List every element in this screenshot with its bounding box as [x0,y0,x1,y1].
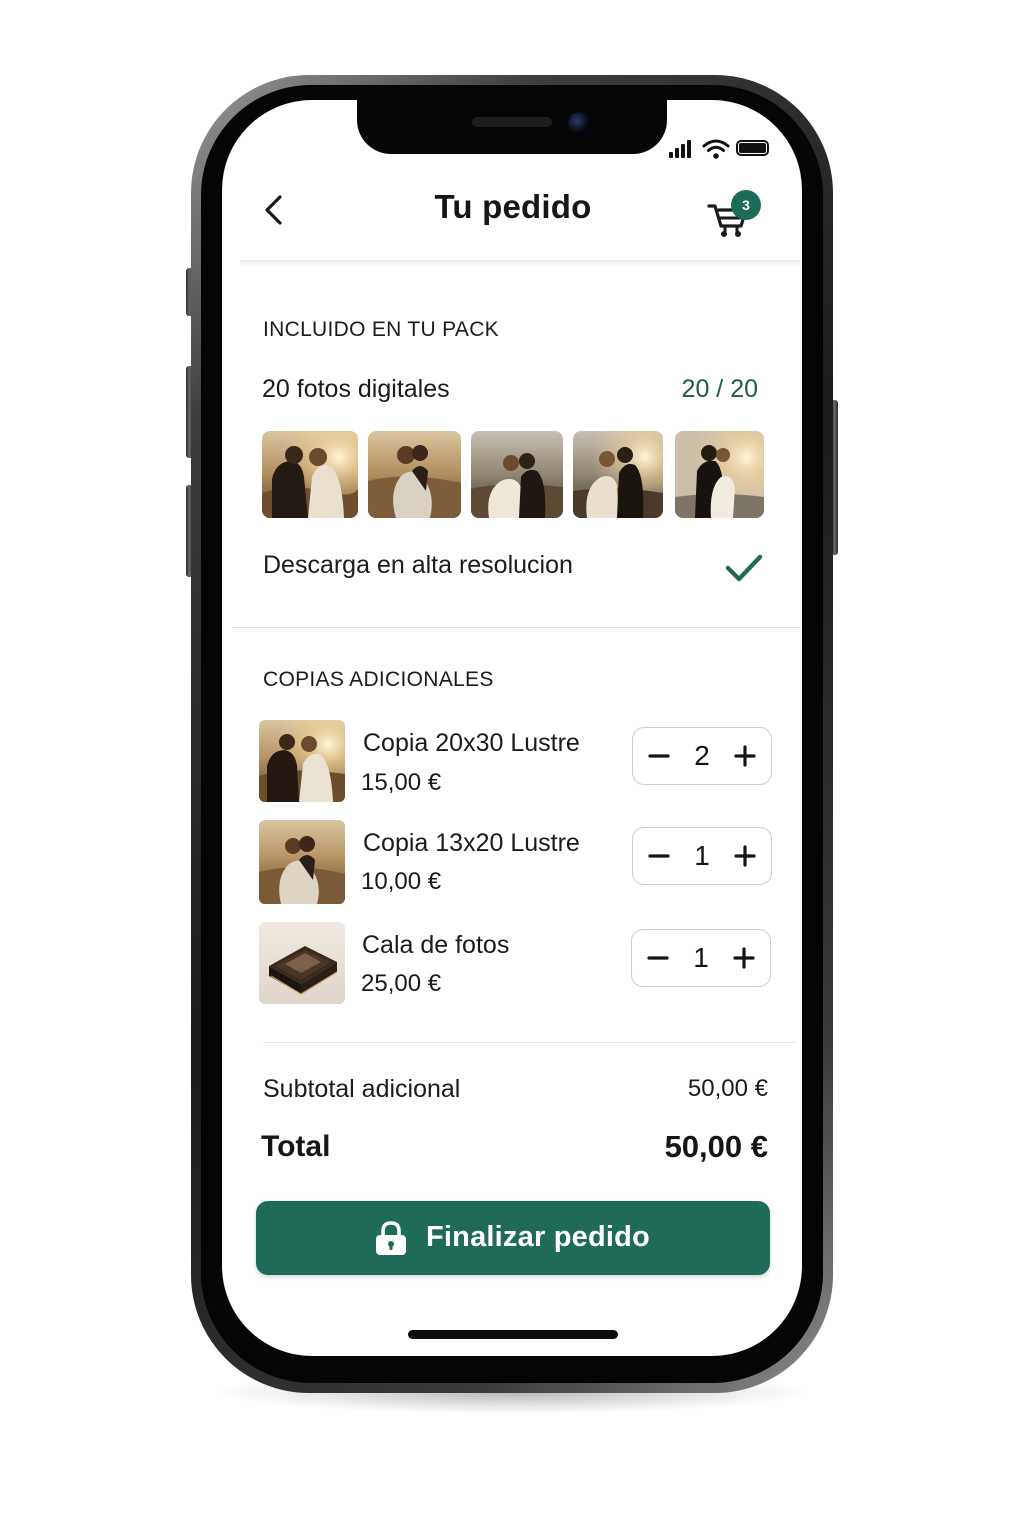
quantity-stepper: 1 [631,929,771,987]
increase-button[interactable] [722,930,766,986]
wifi-icon [702,139,730,159]
photo-thumbnail[interactable] [368,431,461,518]
section-divider [232,627,800,628]
checkout-button[interactable]: Finalizar pedido [256,1201,770,1275]
back-chevron-icon[interactable] [258,192,292,228]
minus-icon [648,854,670,858]
checkout-button-label: Finalizar pedido [426,1221,650,1253]
decrease-button[interactable] [637,828,681,884]
item-name: Copia 13x20 Lustre [363,829,580,857]
lock-icon [376,1221,406,1255]
increase-button[interactable] [723,828,767,884]
earpiece-speaker [472,117,552,127]
decrease-button[interactable] [637,728,681,784]
quantity-value: 2 [694,740,710,771]
photo-thumbnail[interactable] [573,431,663,518]
header-shadow [240,260,800,266]
item-price: 25,00 € [361,970,442,997]
quantity-value: 1 [693,942,709,973]
digital-photos-label: 20 fotos digitales [262,375,450,403]
home-indicator[interactable] [408,1330,618,1339]
total-label: Total [261,1130,331,1163]
plus-icon [734,745,756,767]
decrease-button[interactable] [636,930,680,986]
item-price: 15,00 € [361,769,442,796]
minus-icon [648,754,670,758]
pack-section-title: INCLUIDO EN TU PACK [263,318,499,341]
summary-divider [263,1042,795,1043]
photo-thumbnail[interactable] [262,431,358,518]
item-name: Copia 20x30 Lustre [363,729,580,757]
subtotal-value: 50,00 € [687,1075,768,1102]
plus-icon [733,947,755,969]
total-value: 50,00 € [664,1129,768,1164]
plus-icon [734,845,756,867]
photo-thumbnail[interactable] [471,431,563,518]
increase-button[interactable] [723,728,767,784]
photo-counter: 20 / 20 [681,375,758,403]
extras-section-title: COPIAS ADICIONALES [263,668,494,691]
subtotal-label: Subtotal adicional [263,1075,461,1103]
quantity-stepper: 1 [632,827,772,885]
download-label: Descarga en alta resolucion [263,551,573,579]
quantity-value: 1 [694,840,710,871]
item-price: 10,00 € [361,868,442,895]
cart-count-badge: 3 [731,190,761,220]
item-image [259,720,345,802]
page-title: Tu pedido [434,188,592,225]
battery-icon [736,140,769,156]
signal-icon [669,140,695,158]
item-image [259,820,345,904]
check-icon [725,554,763,582]
quantity-stepper: 2 [632,727,772,785]
front-camera [568,112,590,134]
item-image [259,922,345,1004]
item-name: Cala de fotos [362,931,510,959]
minus-icon [647,956,669,960]
photo-thumbnail[interactable] [675,431,764,518]
